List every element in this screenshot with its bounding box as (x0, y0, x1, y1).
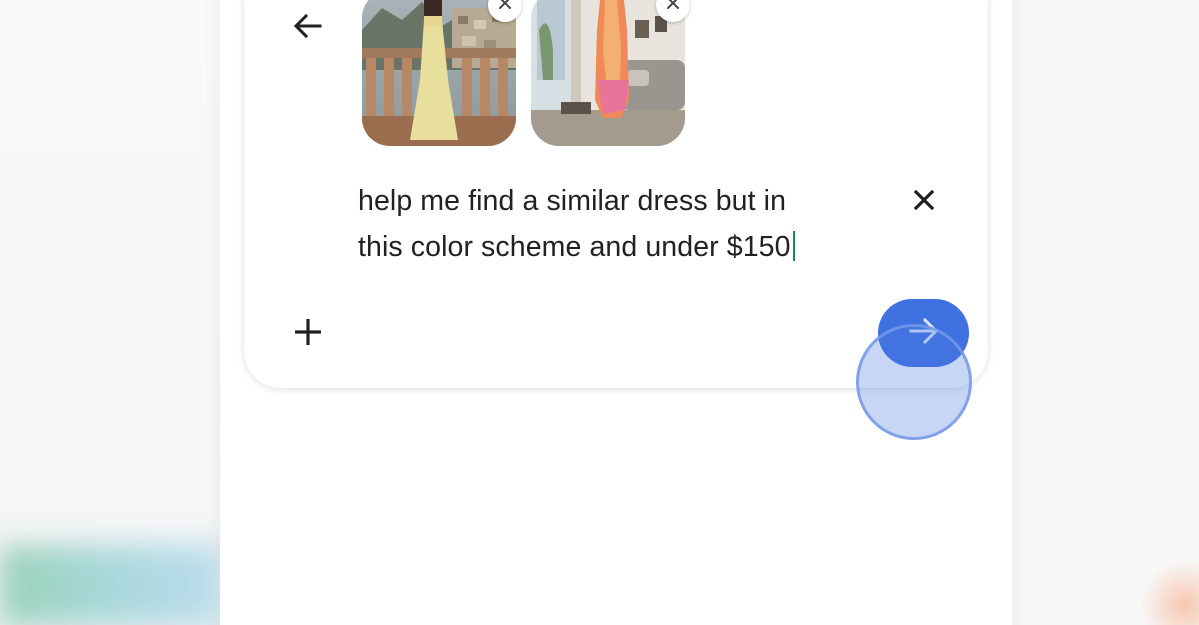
add-attachment-button[interactable] (286, 312, 330, 356)
background-left (0, 0, 222, 625)
attachment-image-dress[interactable] (362, 0, 516, 146)
arrow-left-icon (291, 9, 325, 48)
close-icon (498, 0, 512, 15)
plus-icon (292, 316, 324, 353)
close-icon (666, 0, 680, 15)
back-button[interactable] (288, 8, 328, 48)
search-query-line-2: this color scheme and under $150 (358, 231, 791, 263)
background-right-glow (1140, 560, 1199, 625)
search-query-input[interactable]: help me find a similar dress but in this… (358, 178, 858, 270)
touch-indicator (856, 324, 972, 440)
text-caret (792, 231, 795, 261)
attachment-image-scarf[interactable] (531, 0, 685, 146)
clear-query-button[interactable] (904, 184, 944, 220)
background-right (1010, 0, 1199, 625)
close-icon (913, 189, 935, 216)
search-query-line-1: help me find a similar dress but in (358, 185, 787, 217)
background-left-glow (0, 545, 222, 625)
